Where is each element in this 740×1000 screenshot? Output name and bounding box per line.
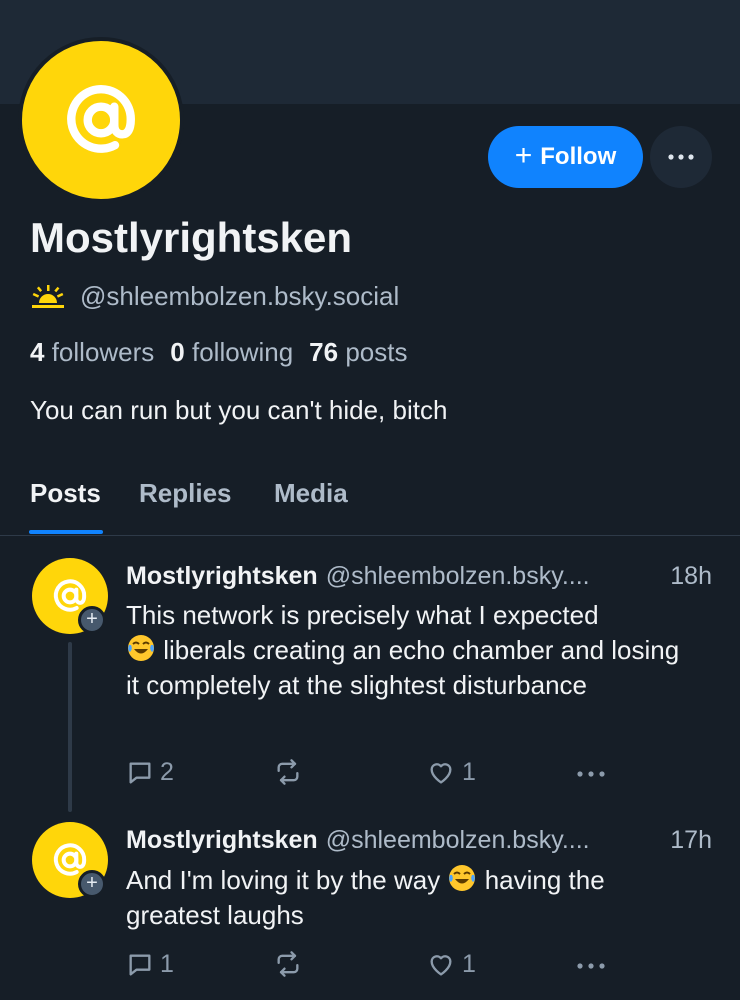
profile-display-name: Mostlyrightsken bbox=[30, 214, 353, 261]
follow-label: Follow bbox=[540, 143, 617, 170]
followers-stat[interactable]: 4 followers bbox=[30, 337, 154, 368]
profile-bio: You can run but you can't hide, bitch bbox=[30, 395, 448, 425]
reply-icon bbox=[129, 954, 151, 975]
posts-count: 76 bbox=[309, 337, 339, 367]
post-text-part: This network is precisely what I expecte… bbox=[126, 600, 599, 630]
laughing-crying-emoji-icon bbox=[128, 635, 154, 661]
sunrise-icon bbox=[32, 285, 64, 308]
post-author-name[interactable]: Mostlyrightsken bbox=[126, 562, 318, 591]
post-author-handle[interactable]: @shleembolzen.bsky.... bbox=[326, 562, 590, 591]
post-text: This network is precisely what I expecte… bbox=[126, 598, 686, 703]
thread-line bbox=[68, 642, 72, 812]
tab-replies[interactable]: Replies bbox=[139, 478, 232, 509]
profile-tabs: Posts Replies Media bbox=[0, 470, 740, 536]
reply-count: 1 bbox=[160, 950, 174, 978]
followers-label: followers bbox=[51, 337, 155, 367]
repost-icon bbox=[277, 951, 299, 977]
plus-icon: + bbox=[514, 138, 533, 172]
profile-avatar[interactable] bbox=[18, 37, 184, 203]
post-more-button[interactable] bbox=[576, 962, 606, 970]
posts-stat: 76 posts bbox=[309, 337, 407, 368]
like-button[interactable]: 1 bbox=[426, 758, 476, 787]
more-horizontal-icon bbox=[668, 154, 694, 160]
more-options-button[interactable] bbox=[650, 126, 712, 188]
follow-author-plus-icon[interactable]: + bbox=[78, 606, 106, 634]
laughing-crying-emoji-icon bbox=[449, 865, 476, 891]
more-horizontal-icon bbox=[577, 771, 605, 777]
post-actions: 1 1 bbox=[126, 950, 626, 982]
post-text-part: liberals creating an echo chamber and lo… bbox=[126, 635, 680, 700]
repost-icon bbox=[277, 759, 299, 785]
like-count: 1 bbox=[462, 758, 476, 786]
post-author-handle[interactable]: @shleembolzen.bsky.... bbox=[326, 826, 590, 855]
at-sign-icon bbox=[67, 85, 135, 153]
tab-posts[interactable]: Posts bbox=[30, 478, 101, 509]
post-text-part: And I'm loving it by the way bbox=[126, 865, 441, 895]
post-actions: 2 1 bbox=[126, 758, 626, 790]
feed-post[interactable]: + Mostlyrightsken @shleembolzen.bsky....… bbox=[0, 552, 740, 820]
following-stat[interactable]: 0 following bbox=[170, 337, 293, 368]
following-label: following bbox=[192, 337, 294, 367]
post-more-button[interactable] bbox=[576, 770, 606, 778]
profile-handle[interactable]: @shleembolzen.bsky.social bbox=[80, 281, 399, 312]
follow-author-plus-icon[interactable]: + bbox=[78, 870, 106, 898]
profile-stats: 4 followers 0 following 76 posts bbox=[30, 337, 407, 368]
repost-button[interactable] bbox=[274, 950, 308, 978]
post-header: Mostlyrightsken @shleembolzen.bsky.... 1… bbox=[126, 562, 716, 591]
feed-post[interactable]: + Mostlyrightsken @shleembolzen.bsky....… bbox=[0, 820, 740, 1000]
repost-button[interactable] bbox=[274, 758, 308, 786]
reply-button[interactable]: 1 bbox=[126, 950, 174, 979]
heart-icon bbox=[430, 762, 452, 783]
profile-handle-row: @shleembolzen.bsky.social bbox=[30, 280, 399, 312]
tab-media[interactable]: Media bbox=[274, 478, 348, 509]
active-tab-indicator bbox=[29, 530, 103, 534]
more-horizontal-icon bbox=[577, 963, 605, 969]
posts-label: posts bbox=[345, 337, 408, 367]
post-text: And I'm loving it by the way having the … bbox=[126, 863, 686, 933]
like-count: 1 bbox=[462, 950, 476, 978]
following-count: 0 bbox=[170, 337, 185, 367]
post-timestamp[interactable]: 17h bbox=[670, 826, 712, 855]
post-header: Mostlyrightsken @shleembolzen.bsky.... 1… bbox=[126, 826, 716, 855]
heart-icon bbox=[430, 954, 452, 975]
post-timestamp[interactable]: 18h bbox=[670, 562, 712, 591]
reply-button[interactable]: 2 bbox=[126, 758, 174, 787]
reply-icon bbox=[129, 762, 151, 783]
follow-button[interactable]: + Follow bbox=[488, 126, 643, 188]
reply-count: 2 bbox=[160, 758, 174, 786]
post-author-name[interactable]: Mostlyrightsken bbox=[126, 826, 318, 855]
like-button[interactable]: 1 bbox=[426, 950, 476, 979]
followers-count: 4 bbox=[30, 337, 45, 367]
